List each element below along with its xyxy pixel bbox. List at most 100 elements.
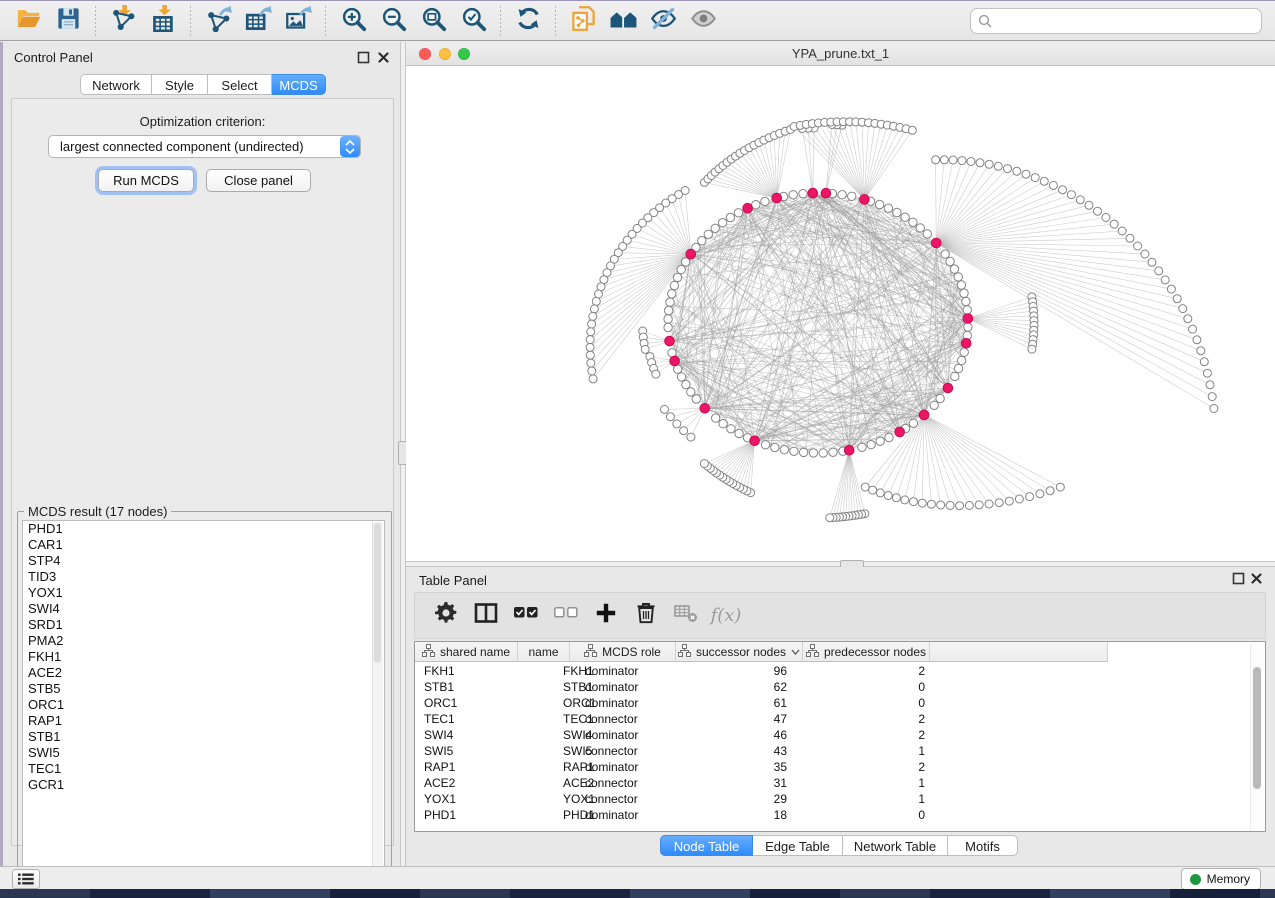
float-window-icon[interactable] — [1232, 572, 1245, 585]
zoom-fit-button[interactable] — [416, 5, 450, 37]
mcds-result-item[interactable]: RAP1 — [23, 713, 384, 729]
zoom-selected-button[interactable] — [456, 5, 490, 37]
table-row[interactable]: FKH1FKH1dominator962 — [415, 663, 1265, 679]
export-network-icon — [205, 5, 232, 37]
column-header-MCDS-role[interactable]: MCDS role — [570, 642, 676, 662]
close-panel-icon[interactable] — [377, 51, 390, 64]
deselect-all-button[interactable] — [553, 603, 579, 629]
mcds-result-item[interactable]: SWI4 — [23, 601, 384, 617]
export-image-button[interactable] — [281, 5, 315, 37]
mcds-result-item[interactable]: PMA2 — [23, 633, 384, 649]
tab-mcds[interactable]: MCDS — [272, 74, 326, 95]
zoom-in-button[interactable] — [336, 5, 370, 37]
refresh-button[interactable] — [511, 5, 545, 37]
add-button[interactable] — [593, 603, 619, 629]
mcds-result-item[interactable]: ACE2 — [23, 665, 384, 681]
hide-selected-button[interactable] — [646, 5, 680, 37]
table-panel-title: Table Panel — [419, 573, 487, 588]
column-header-name[interactable]: name — [518, 642, 570, 662]
scrollbar-thumb[interactable] — [1253, 667, 1261, 789]
table-row[interactable]: PHD1PHD1dominator180 — [415, 807, 1265, 823]
mcds-result-item[interactable]: TID3 — [23, 569, 384, 585]
zoom-fit-icon — [420, 5, 447, 37]
zoom-out-button[interactable] — [376, 5, 410, 37]
refresh-icon — [515, 5, 542, 37]
column-header-empty[interactable] — [930, 642, 1108, 662]
mcds-list-scrollbar[interactable] — [372, 522, 383, 875]
run-mcds-button[interactable]: Run MCDS — [98, 169, 194, 192]
table-scrollbar[interactable] — [1250, 643, 1263, 830]
mcds-result-item[interactable]: PHD1 — [23, 521, 384, 537]
network-window-titlebar: YPA_prune.txt_1 — [406, 42, 1275, 66]
mcds-result-item[interactable]: TEC1 — [23, 761, 384, 777]
open-button[interactable] — [11, 5, 45, 37]
columns-button[interactable] — [473, 603, 499, 629]
network-canvas[interactable] — [406, 66, 1275, 561]
export-table-icon — [245, 5, 272, 37]
memory-label: Memory — [1207, 872, 1250, 886]
tab-motifs[interactable]: Motifs — [948, 835, 1018, 856]
table-row[interactable]: YOX1YOX1connector291 — [415, 791, 1265, 807]
mcds-result-item[interactable]: STB5 — [23, 681, 384, 697]
control-panel-title: Control Panel — [14, 50, 93, 65]
mcds-result-item[interactable]: GCR1 — [23, 777, 384, 793]
show-panels-button[interactable] — [12, 869, 40, 889]
criterion-dropdown[interactable]: largest connected component (undirected) — [48, 135, 361, 158]
mcds-result-item[interactable]: CAR1 — [23, 537, 384, 553]
toolbar-separator — [555, 6, 556, 36]
table-row[interactable]: STB1STB1dominator620 — [415, 679, 1265, 695]
table-cell: 0 — [415, 679, 925, 695]
mcds-result-item[interactable]: SWI5 — [23, 745, 384, 761]
import-table-icon — [150, 5, 177, 37]
tab-network-table[interactable]: Network Table — [843, 835, 948, 856]
column-header-predecessor-nodes[interactable]: predecessor nodes — [803, 642, 930, 662]
mcds-result-item[interactable]: STP4 — [23, 553, 384, 569]
mcds-tab-content: Optimization criterion: largest connecte… — [11, 98, 394, 846]
first-neighbors-button[interactable] — [606, 5, 640, 37]
tab-select[interactable]: Select — [208, 74, 272, 95]
close-panel-icon[interactable] — [1250, 572, 1263, 585]
export-network-button[interactable] — [201, 5, 235, 37]
delete-button[interactable] — [633, 603, 659, 629]
memory-button[interactable]: Memory — [1181, 868, 1261, 890]
float-window-icon[interactable] — [357, 51, 370, 64]
import-network-button[interactable] — [106, 5, 140, 37]
mcds-result-list[interactable]: PHD1CAR1STP4TID3YOX1SWI4SRD1PMA2FKH1ACE2… — [22, 520, 385, 875]
mcds-result-item[interactable]: SRD1 — [23, 617, 384, 633]
network-column-icon — [806, 644, 819, 660]
search-box[interactable] — [970, 8, 1262, 34]
search-icon — [978, 14, 992, 28]
control-panel: Control Panel NetworkStyleSelectMCDS Opt… — [0, 42, 400, 866]
mcds-result-item[interactable]: ORC1 — [23, 697, 384, 713]
tab-network[interactable]: Network — [80, 74, 152, 95]
show-all-button[interactable] — [686, 5, 720, 37]
table-row[interactable]: ORC1ORC1dominator610 — [415, 695, 1265, 711]
columns-icon — [474, 601, 498, 630]
table-row[interactable]: SWI4SWI4dominator462 — [415, 727, 1265, 743]
tab-style[interactable]: Style — [152, 74, 208, 95]
table-cell: 1 — [415, 791, 925, 807]
table-row[interactable]: RAP1RAP1dominator352 — [415, 759, 1265, 775]
table-row[interactable]: ACE2ACE2connector311 — [415, 775, 1265, 791]
close-panel-button[interactable]: Close panel — [206, 169, 311, 192]
column-header-shared-name[interactable]: shared name — [415, 642, 518, 662]
clone-network-button[interactable] — [566, 5, 600, 37]
gear-button[interactable] — [433, 603, 459, 629]
mcds-result-item[interactable]: YOX1 — [23, 585, 384, 601]
column-header-successor-nodes[interactable]: successor nodes — [676, 642, 803, 662]
network-column-icon — [584, 644, 597, 660]
mcds-result-item[interactable]: STB1 — [23, 729, 384, 745]
save-button[interactable] — [51, 5, 85, 37]
select-all-button[interactable] — [513, 603, 539, 629]
mcds-result-item[interactable]: FKH1 — [23, 649, 384, 665]
table-body: FKH1FKH1dominator962STB1STB1dominator620… — [415, 663, 1265, 823]
search-input[interactable] — [996, 13, 1261, 30]
tab-edge-table[interactable]: Edge Table — [753, 835, 843, 856]
delete-icon — [634, 601, 658, 630]
tab-node-table[interactable]: Node Table — [660, 835, 753, 856]
import-table-button[interactable] — [146, 5, 180, 37]
table-row[interactable]: SWI5SWI5connector431 — [415, 743, 1265, 759]
application-window: Control Panel NetworkStyleSelectMCDS Opt… — [0, 0, 1275, 898]
export-table-button[interactable] — [241, 5, 275, 37]
table-row[interactable]: TEC1TEC1connector472 — [415, 711, 1265, 727]
